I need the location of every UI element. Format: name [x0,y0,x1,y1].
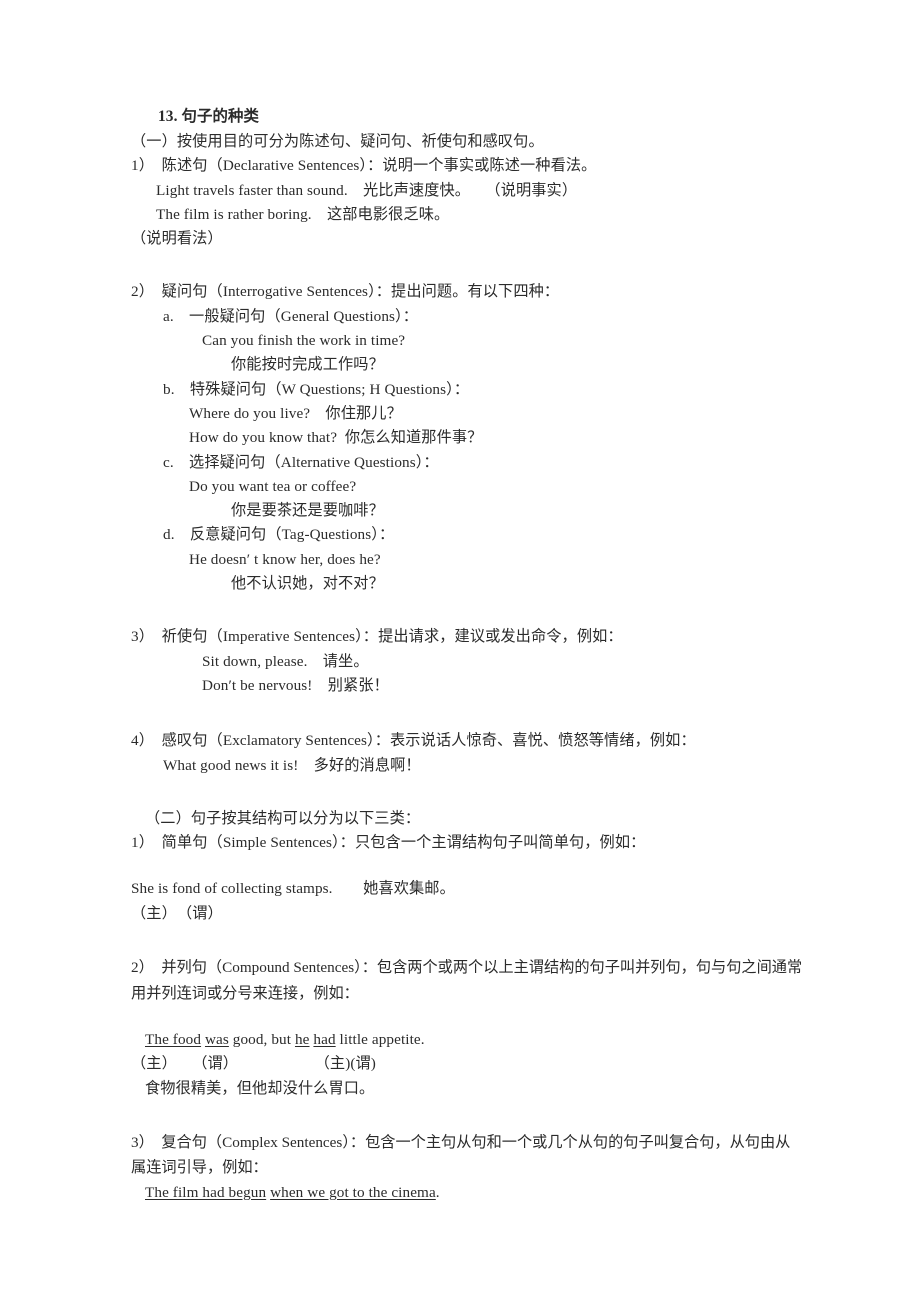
item-7-heading: 3） 复合句（Complex Sentences）：包含一个主句从句和一个或几个… [131,1133,791,1177]
page-title: 13. 句子的种类 [158,108,259,125]
item-5-example-1: She is fond of collecting stamps. 她喜欢集邮。 [131,880,455,898]
item-3-example-1: Sit down, please. 请坐。 [202,652,369,670]
underlined-segment: The film had begun [145,1183,267,1201]
plain-segment: . [435,1183,440,1201]
subitem-c-heading: c. 选择疑问句（Alternative Questions）： [163,453,439,471]
plain-segment: good, but [228,1031,295,1049]
part-two-intro: （二）句子按其结构可以分为以下三类： [145,809,421,827]
item-4-heading: 4） 感叹句（Exclamatory Sentences）：表示说话人惊奇、喜悦… [131,732,696,750]
subitem-a-line-1: Can you finish the work in time? [202,332,406,350]
subitem-c-line-2: 你是要茶还是要咖啡？ [231,502,384,520]
subitem-b-line-1: Where do you live? 你住那儿？ [189,404,402,422]
subitem-a-heading: a. 一般疑问句（General Questions）： [163,307,419,325]
underlined-segment: when we got to the cinema [270,1183,436,1201]
item-3-heading: 3） 祈使句（Imperative Sentences）：提出请求，建议或发出命… [131,628,623,646]
underlined-segment: was [204,1031,229,1049]
item-6-example-sentence: The food was good, but he had little app… [131,1028,803,1052]
item-1-example-1: Light travels faster than sound. 光比声速度快。… [156,181,578,199]
underlined-segment: had [313,1031,336,1049]
document-content: 13. 句子的种类 （一）按使用目的可分为陈述句、疑问句、祈使句和感叹句。 1）… [131,105,803,1205]
subitem-d-line-2: 他不认识她，对不对？ [231,575,384,593]
item-5-example-2: （主） （谓） [131,904,223,922]
subitem-b-line-2: How do you know that? 你怎么知道那件事？ [189,429,483,447]
item-2-heading: 2） 疑问句（Interrogative Sentences）：提出问题。有以下… [131,283,560,301]
subitem-c-line-1: Do you want tea or coffee? [189,477,357,495]
plain-segment: little appetite. [335,1031,425,1049]
subitem-d-line-1: He doesn′ t know her, does he? [189,550,381,568]
item-4-example-1: What good news it is! 多好的消息啊！ [163,756,421,774]
document-page: 13. 句子的种类 （一）按使用目的可分为陈述句、疑问句、祈使句和感叹句。 1）… [0,0,920,1302]
item-7-example-sentence: The film had begun when we got to the ci… [131,1181,803,1205]
part-one-intro: （一）按使用目的可分为陈述句、疑问句、祈使句和感叹句。 [131,133,544,150]
item-6-translation: 食物很精美，但他却没什么胃口。 [145,1079,375,1097]
subitem-a-line-2: 你能按时完成工作吗？ [231,356,384,374]
item-1-heading: 1） 陈述句（Declarative Sentences）：说明一个事实或陈述一… [131,157,597,175]
underlined-segment: The food [145,1031,202,1049]
underlined-segment: he [294,1031,310,1049]
item-1-example-3: （说明看法） [131,230,223,248]
subitem-d-heading: d. 反意疑问句（Tag-Questions）： [163,526,395,544]
item-6-labels: （主） （谓） （主)(谓) [131,1055,376,1073]
item-6-heading: 2） 并列句（Compound Sentences）：包含两个或两个以上主谓结构… [131,959,803,1002]
item-5-heading: 1） 简单句（Simple Sentences）：只包含一个主谓结构句子叫简单句… [131,834,646,852]
item-3-example-2: Don′t be nervous! 别紧张！ [202,676,389,694]
subitem-b-heading: b. 特殊疑问句（W Questions; H Questions）： [163,380,470,398]
item-1-example-2: The film is rather boring. 这部电影很乏味。 [156,205,450,223]
